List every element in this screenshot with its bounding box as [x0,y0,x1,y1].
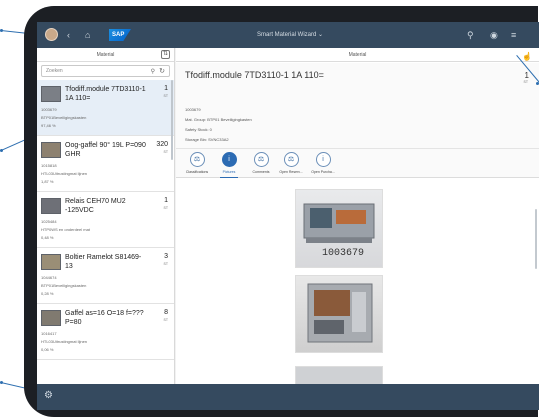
item-quantity: 1 [164,85,168,92]
item-storage: HTL03Uitrustingmat lijnen [41,171,88,176]
tab-label: Open Reserv... [279,170,303,174]
material-photo[interactable]: 1003679 [295,189,383,268]
search-field[interactable]: Zoeken ⚲ ↻ [41,65,170,77]
tab-open-purchases[interactable]: i Open Purcha... [308,152,338,174]
item-id: 1016417 [41,331,57,336]
item-match-percent: 0,28 % [41,291,54,296]
item-match-percent: 0,48 % [41,235,54,240]
tab-pictures[interactable]: i Pictures [214,152,244,178]
reservation-icon: ⚖ [283,152,299,167]
detail-scrollbar[interactable] [535,209,537,269]
tab-label: Open Purcha... [311,170,335,174]
search-icon[interactable]: ⚲ [151,68,155,75]
item-match-percent: 0,06 % [41,347,54,352]
object-safety-stock: Safety Stock: 0 [185,127,212,132]
tab-comments[interactable]: ⚖ Comments [246,152,276,174]
info-icon: i [221,152,237,167]
list-item[interactable]: Gaffel as=16 O=18 f=??? P=80 8 ST 101641… [37,304,174,360]
master-header: Material ⇅ [37,48,174,62]
item-unit: ST [163,318,168,322]
tab-label: Pictures [222,170,236,174]
detail-header: Material ☝ [176,48,539,62]
item-id: 1025484 [41,219,57,224]
object-unit: ST [523,80,528,84]
photo-number-label: 1003679 [322,248,365,259]
tab-classifications[interactable]: ⚖ Classifications [182,152,212,174]
material-thumbnail [41,86,61,102]
master-panel: Material ⇅ Zoeken ⚲ ↻ Tfodiff.module 7TD… [37,48,175,384]
item-unit: ST [163,206,168,210]
object-storage-bin: Storage Bin: SVNC33A2 [185,137,229,142]
item-storage: BTP01Beveiligingskasten [41,283,87,288]
app-title[interactable]: Smart Material Wizard ⌄ [257,31,323,38]
item-name: Oog-gaffel 90° 19L P=090 GHR [65,142,146,158]
material-thumbnail [41,310,61,326]
master-title: Material [96,51,115,58]
item-name: Tfodiff.module 7TD3110-1 1A 110= [65,86,146,102]
shell-bar: ‹ ⌂ SAP Smart Material Wizard ⌄ ⚲ ◉ ≡ [37,22,539,48]
material-thumbnail [41,254,61,270]
back-icon[interactable]: ‹ [67,29,70,41]
item-storage: HTP0WS en onderdeel mat [41,227,90,232]
item-unit: ST [163,150,168,154]
material-thumbnail [41,142,61,158]
app-screen: ‹ ⌂ SAP Smart Material Wizard ⌄ ⚲ ◉ ≡ Ma… [37,22,539,410]
item-id: 1015818 [41,163,57,168]
home-icon[interactable]: ⌂ [85,29,90,41]
comments-icon: ⚖ [253,152,269,167]
item-name: Gaffel as=16 O=18 f=??? P=80 [65,310,144,326]
compare-icon[interactable]: ⇅ [161,50,170,59]
material-thumbnail [41,198,61,214]
purchase-icon: i [315,152,331,167]
user-avatar[interactable] [45,28,58,41]
list-item[interactable]: Oog-gaffel 90° 19L P=090 GHR 320 ST 1015… [37,136,174,192]
item-unit: ST [163,262,168,266]
settings-icon[interactable]: ⚙ [44,390,53,401]
classification-icon: ⚖ [189,152,205,167]
tab-open-reservations[interactable]: ⚖ Open Reserv... [276,152,306,174]
material-photo[interactable] [295,275,383,353]
detail-panel: Material ☝ Tfodiff.module 7TD3110-1 1A 1… [176,48,539,384]
item-match-percent: 1,87 % [41,179,54,184]
material-photo[interactable] [295,366,383,384]
menu-icon[interactable]: ≡ [511,29,516,41]
app-title-text: Smart Material Wizard [257,32,317,38]
notification-icon[interactable]: ◉ [490,29,498,41]
chevron-down-icon: ⌄ [318,32,324,38]
object-number: 1003679 [185,107,201,112]
list-item[interactable]: Boltier Ramelot S81469-13 3 ST 1044674 B… [37,248,174,304]
object-title: Tfodiff.module 7TD3110-1 1A 110= [185,70,324,80]
device-photo-graphic [307,283,373,343]
item-unit: ST [163,94,168,98]
object-mat-group: Mat. Group: BTP01 Beveiligingkasten [185,117,252,122]
tab-label: Classifications [185,170,209,174]
item-match-percent: 97,46 % [41,123,56,128]
object-header: Tfodiff.module 7TD3110-1 1A 110= 1 ST 10… [176,63,539,149]
footer-bar: ⚙ [37,384,539,410]
item-quantity: 3 [164,253,168,260]
sap-logo: SAP [109,29,131,41]
master-scrollbar[interactable] [171,80,173,160]
detail-title: Material [348,52,367,58]
item-quantity: 8 [164,309,168,316]
item-id: 1003679 [41,107,57,112]
list-item[interactable]: Relais CEH70 MU2 -125VDC 1 ST 1025484 HT… [37,192,174,248]
object-quantity: 1 [524,71,529,80]
refresh-icon[interactable]: ↻ [159,67,165,75]
item-name: Boltier Ramelot S81469-13 [65,254,142,270]
list-item[interactable]: Tfodiff.module 7TD3110-1 1A 110= 1 ST 10… [37,80,174,136]
item-name: Relais CEH70 MU2 -125VDC [65,198,126,214]
tab-label: Comments [252,170,270,174]
pictures-area: 1003679 [176,179,539,384]
item-quantity: 320 [156,141,168,148]
search-icon[interactable]: ⚲ [467,29,474,41]
icon-tab-bar: ⚖ Classifications i Pictures ⚖ Comments … [176,149,539,178]
item-id: 1044674 [41,275,57,280]
item-storage: BTP01Beveiligingskasten [41,115,87,120]
material-list: Tfodiff.module 7TD3110-1 1A 110= 1 ST 10… [37,80,174,360]
item-quantity: 1 [164,197,168,204]
search-placeholder: Zoeken [46,68,63,74]
item-storage: HTL03Uitrustingmat lijnen [41,339,88,344]
